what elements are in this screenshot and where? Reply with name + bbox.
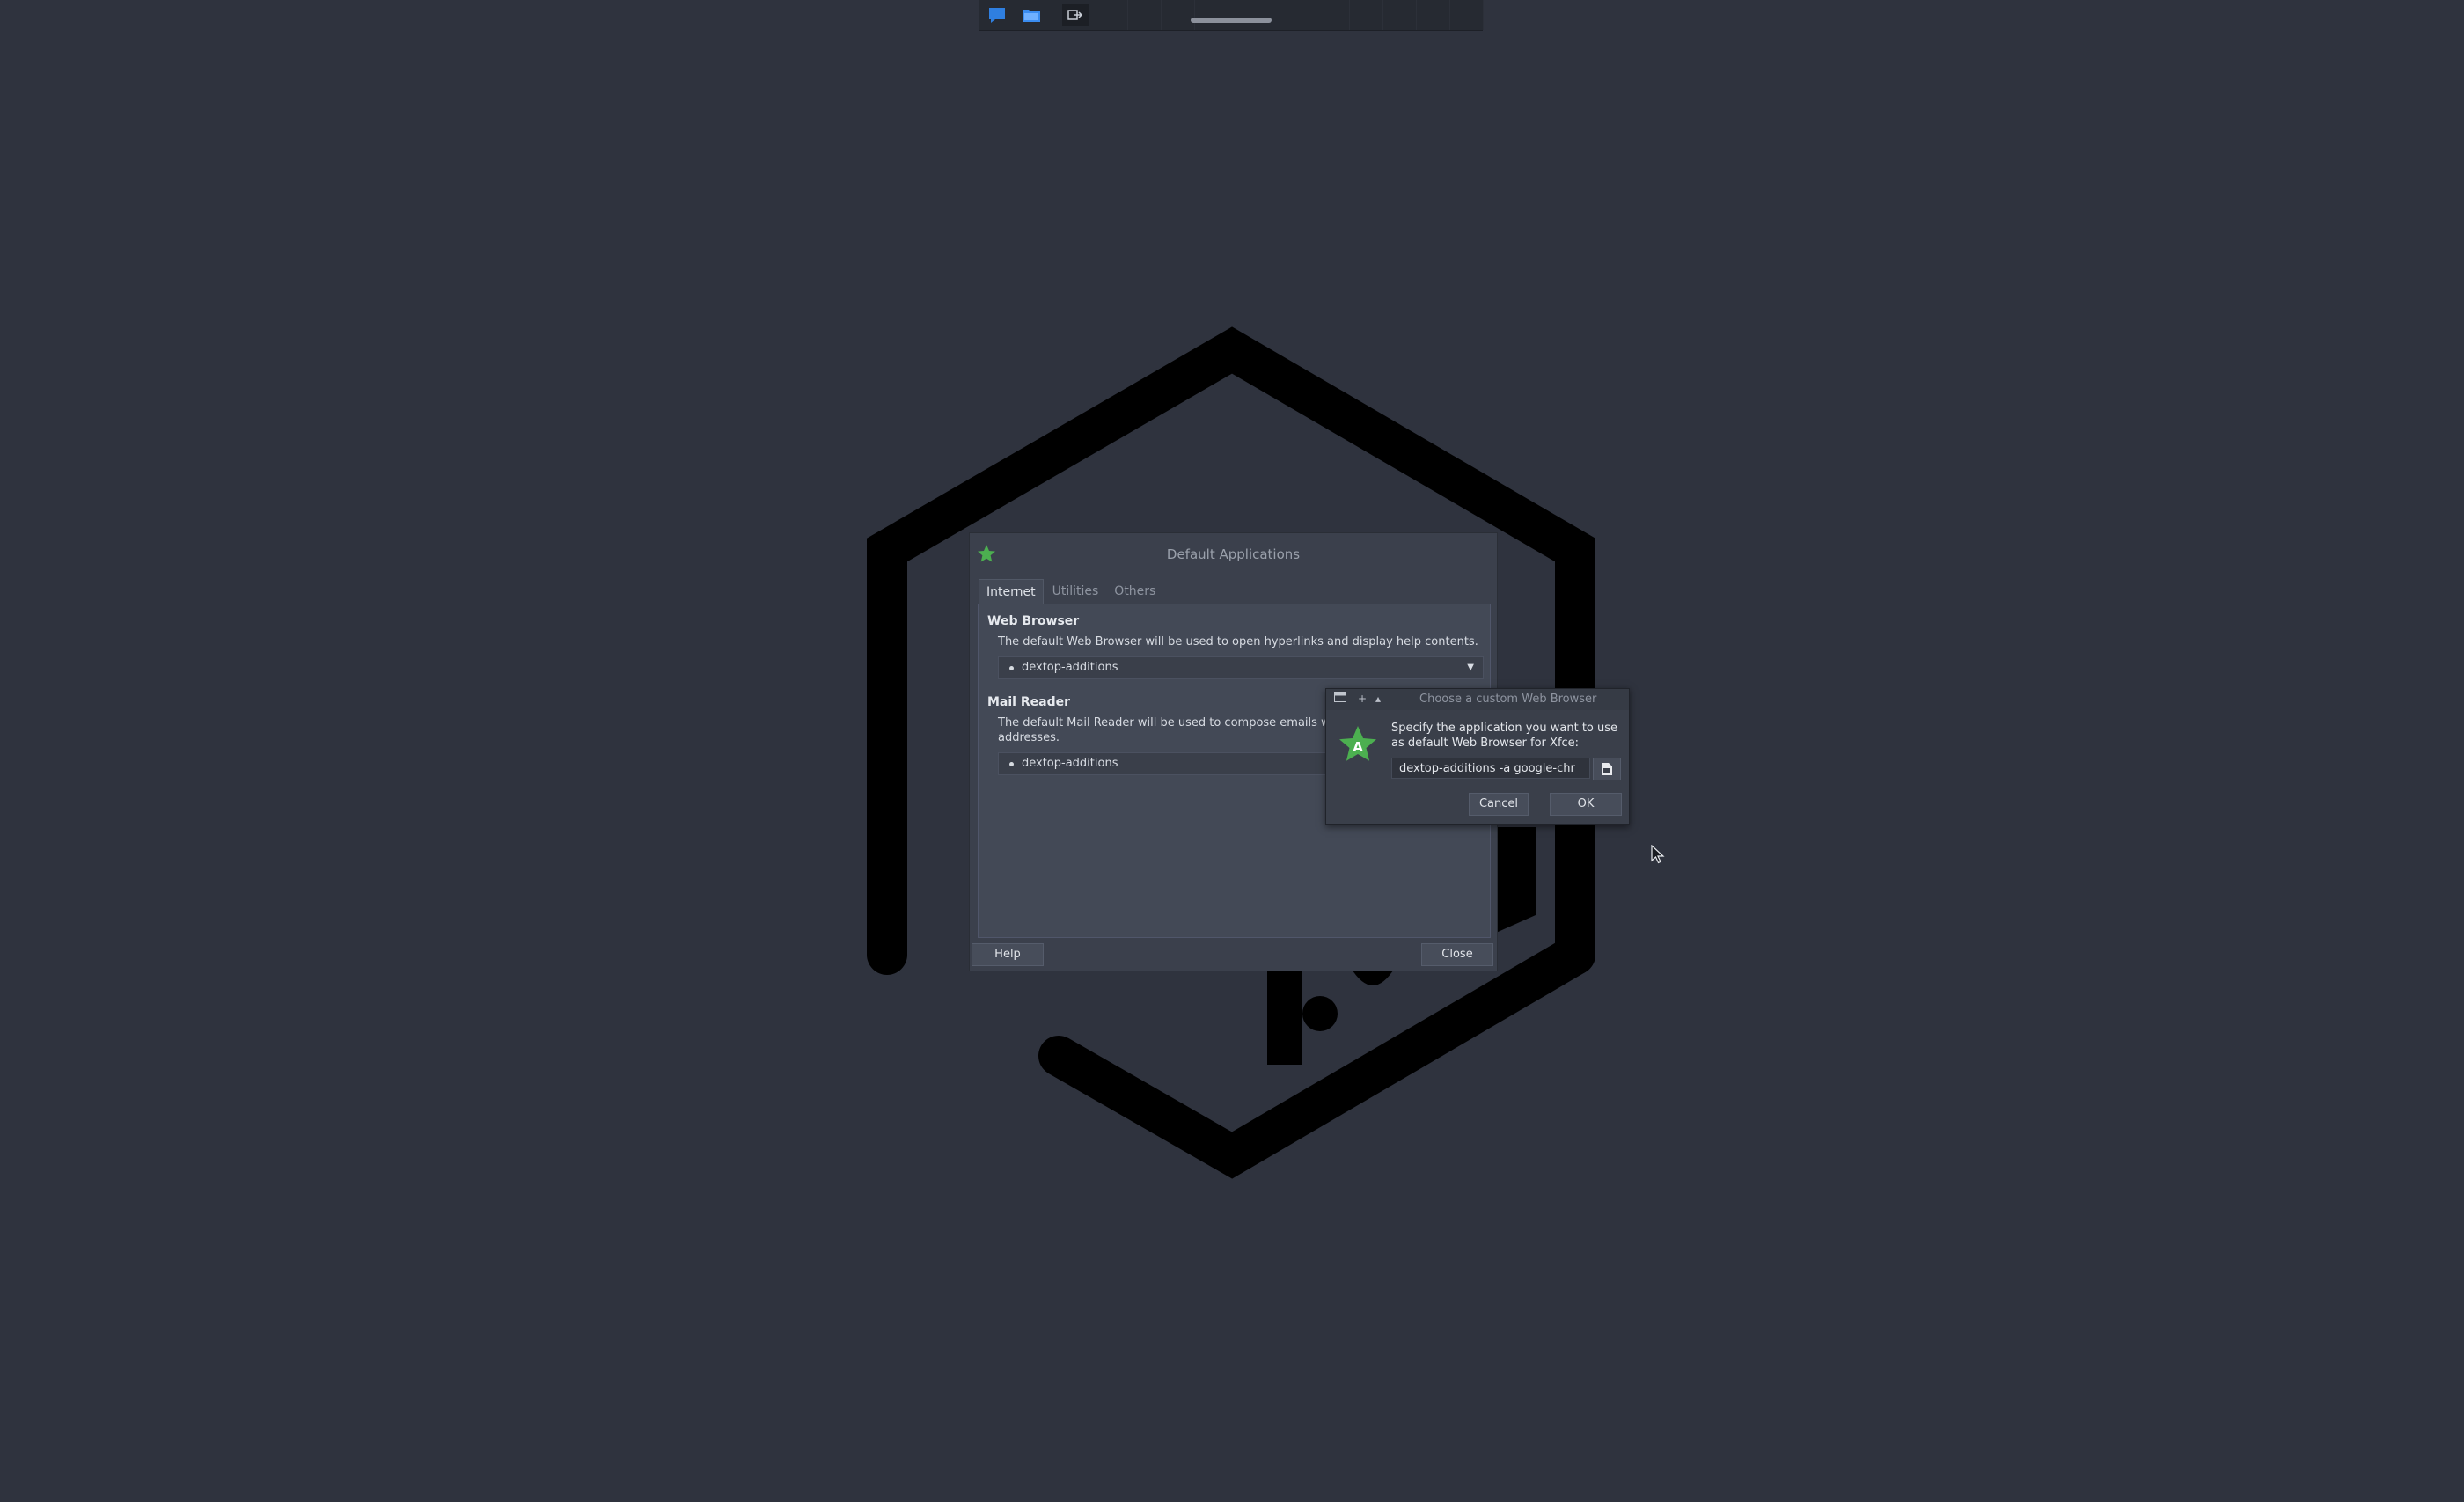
dialog-titlebar[interactable]: Default Applications <box>970 533 1497 575</box>
mail-reader-selected: dextop-additions <box>1022 757 1118 770</box>
tab-bar: Internet Utilities Others <box>979 579 1162 604</box>
default-applications-icon <box>977 544 996 567</box>
application-star-icon: A <box>1338 724 1377 766</box>
window-menu-icon[interactable] <box>1334 692 1346 705</box>
custom-browser-titlebar[interactable]: + ▴ Choose a custom Web Browser <box>1326 689 1629 710</box>
tab-utilities[interactable]: Utilities <box>1045 579 1106 604</box>
ok-button[interactable]: OK <box>1550 793 1622 816</box>
mail-reader-description-1: The default Mail Reader will be used to … <box>998 716 1331 729</box>
web-browser-heading: Web Browser <box>987 614 1080 628</box>
browse-file-button[interactable] <box>1593 758 1621 780</box>
browser-command-input[interactable]: dextop-additions -a google-chr <box>1391 758 1590 779</box>
close-button[interactable]: Close <box>1421 943 1493 966</box>
tab-others[interactable]: Others <box>1107 579 1162 604</box>
stick-icon[interactable]: + <box>1358 692 1367 705</box>
mouse-pointer-icon <box>1651 845 1665 864</box>
chevron-down-icon: ▼ <box>1467 663 1474 672</box>
mail-reader-description-2: addresses. <box>998 731 1060 744</box>
shade-icon[interactable]: ▴ <box>1375 692 1381 705</box>
cancel-button[interactable]: Cancel <box>1469 793 1529 816</box>
svg-text:A: A <box>1353 739 1363 755</box>
custom-browser-dialog: + ▴ Choose a custom Web Browser A Specif… <box>1325 688 1630 825</box>
web-browser-selected: dextop-additions <box>1022 661 1118 674</box>
app-bullet-icon <box>1009 666 1014 670</box>
app-bullet-icon <box>1009 762 1014 766</box>
mail-reader-heading: Mail Reader <box>987 695 1070 709</box>
tab-internet[interactable]: Internet <box>979 579 1044 604</box>
dialog-title: Default Applications <box>1166 546 1301 562</box>
web-browser-description: The default Web Browser will be used to … <box>998 635 1478 648</box>
help-button[interactable]: Help <box>972 943 1044 966</box>
custom-browser-title: Choose a custom Web Browser <box>1419 692 1597 706</box>
custom-browser-prompt: Specify the application you want to use … <box>1391 722 1618 750</box>
web-browser-combo[interactable]: dextop-additions ▼ <box>998 656 1484 679</box>
open-file-icon <box>1602 763 1612 775</box>
